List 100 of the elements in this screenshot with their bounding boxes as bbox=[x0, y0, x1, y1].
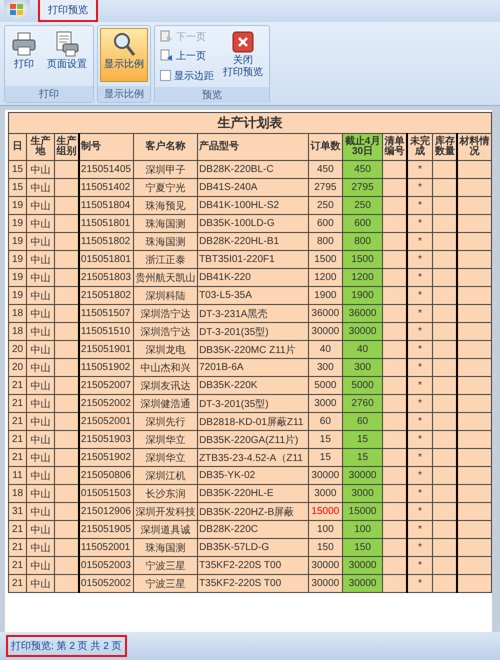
ribbon-button[interactable]: 打印 bbox=[7, 28, 41, 82]
customer-cell: 珠海预见 bbox=[133, 196, 198, 214]
model-cell: 7201B-6A bbox=[198, 358, 308, 376]
cutoff-cell: 36000 bbox=[342, 304, 383, 322]
model-cell: DB35K-220HZ-B屏蔽 bbox=[198, 502, 308, 520]
page-setup-icon bbox=[54, 31, 80, 57]
cutoff-cell: 250 bbox=[342, 196, 383, 214]
code-cell: 115051507 bbox=[78, 304, 134, 322]
material-cell bbox=[457, 250, 492, 268]
model-cell: DB2818-KD-01屏蔽Z11 bbox=[198, 412, 308, 430]
pending-cell: * bbox=[406, 502, 433, 520]
order-cell: 600 bbox=[308, 214, 342, 232]
model-cell: DB41K-100HL-S2 bbox=[198, 196, 308, 214]
place-cell: 中山 bbox=[26, 286, 55, 304]
order-cell: 15000 bbox=[308, 502, 342, 520]
logo-icon bbox=[10, 4, 24, 16]
ribbon-tab[interactable]: 打印预览 bbox=[38, 0, 98, 22]
code-cell: 215051905 bbox=[78, 520, 134, 538]
day-cell: 21 bbox=[8, 538, 27, 556]
code-cell: 215051803 bbox=[78, 268, 134, 286]
model-cell: DB35K-57LD-G bbox=[198, 538, 308, 556]
group-label: 预览 bbox=[155, 87, 269, 103]
printer-icon bbox=[11, 31, 37, 57]
customer-cell: 珠海国测 bbox=[133, 214, 198, 232]
day-cell: 31 bbox=[8, 502, 27, 520]
customer-cell: 浙江正泰 bbox=[133, 250, 198, 268]
cutoff-cell: 3000 bbox=[342, 484, 383, 502]
cutoff-cell: 2760 bbox=[342, 394, 383, 412]
material-cell bbox=[457, 484, 492, 502]
checkbox[interactable] bbox=[160, 70, 171, 81]
customer-cell: 深圳浩宁达 bbox=[133, 304, 198, 322]
column-header: 库存数量 bbox=[432, 134, 458, 160]
pending-cell: * bbox=[406, 376, 433, 394]
material-cell bbox=[457, 196, 492, 214]
cutoff-cell: 450 bbox=[342, 160, 383, 178]
cutoff-cell: 1500 bbox=[342, 250, 383, 268]
model-cell: DB35K-220MC Z11片 bbox=[198, 340, 308, 358]
model-cell: DB28K-220BL-C bbox=[198, 160, 308, 178]
group-label: 打印 bbox=[5, 86, 93, 102]
code-cell: 015052003 bbox=[78, 556, 134, 574]
cutoff-cell: 300 bbox=[342, 358, 383, 376]
pending-cell: * bbox=[406, 358, 433, 376]
material-cell bbox=[457, 430, 492, 448]
cutoff-cell: 15 bbox=[342, 448, 383, 466]
place-cell: 中山 bbox=[26, 538, 55, 556]
model-cell: DB35K-100LD-G bbox=[198, 214, 308, 232]
material-cell bbox=[457, 232, 492, 250]
material-cell bbox=[457, 394, 492, 412]
customer-cell: 深圳华立 bbox=[133, 448, 198, 466]
pending-cell: * bbox=[406, 178, 433, 196]
cutoff-cell: 2795 bbox=[342, 178, 383, 196]
cutoff-cell: 15000 bbox=[342, 502, 383, 520]
code-cell: 115051802 bbox=[78, 232, 134, 250]
material-cell bbox=[457, 538, 492, 556]
order-cell: 15 bbox=[308, 448, 342, 466]
day-cell: 18 bbox=[8, 484, 27, 502]
close-icon bbox=[232, 31, 254, 53]
model-cell: T35KF2-220S T00 bbox=[198, 574, 308, 592]
office-button[interactable] bbox=[4, 0, 30, 20]
customer-cell: 深圳浩宁达 bbox=[133, 322, 198, 340]
ribbon-button[interactable]: 关闭 打印预览 bbox=[219, 28, 267, 82]
place-cell: 中山 bbox=[26, 448, 55, 466]
model-cell: DT-3-231A黑壳 bbox=[198, 304, 308, 322]
ribbon-button[interactable]: 显示比例 bbox=[100, 28, 148, 82]
place-cell: 中山 bbox=[26, 466, 55, 484]
material-cell bbox=[457, 340, 492, 358]
order-cell: 5000 bbox=[308, 376, 342, 394]
customer-cell: 深圳科陆 bbox=[133, 286, 198, 304]
customer-cell: 中山杰和兴 bbox=[133, 358, 198, 376]
checkbox-option[interactable]: 显示边距 bbox=[157, 66, 217, 85]
customer-cell: 贵州航天凯山 bbox=[133, 268, 198, 286]
place-cell: 中山 bbox=[26, 304, 55, 322]
pending-cell: * bbox=[406, 250, 433, 268]
column-header: 未完成 bbox=[406, 134, 433, 160]
model-cell: DB28K-220HL-B1 bbox=[198, 232, 308, 250]
checkbox-label: 显示边距 bbox=[174, 70, 214, 82]
day-cell: 20 bbox=[8, 340, 27, 358]
code-cell: 115051804 bbox=[78, 196, 134, 214]
material-cell bbox=[457, 304, 492, 322]
day-cell: 18 bbox=[8, 304, 27, 322]
material-cell bbox=[457, 520, 492, 538]
code-cell: 215052007 bbox=[78, 376, 134, 394]
pending-cell: * bbox=[406, 232, 433, 250]
pending-cell: * bbox=[406, 466, 433, 484]
ribbon-button[interactable]: 页面设置 bbox=[43, 28, 91, 82]
order-cell: 1200 bbox=[308, 268, 342, 286]
place-cell: 中山 bbox=[26, 520, 55, 538]
cutoff-cell: 150 bbox=[342, 538, 383, 556]
ribbon-button[interactable]: 上一页 bbox=[157, 47, 209, 64]
order-cell: 800 bbox=[308, 232, 342, 250]
order-cell: 15 bbox=[308, 430, 342, 448]
day-cell: 21 bbox=[8, 394, 27, 412]
day-cell: 19 bbox=[8, 214, 27, 232]
day-cell: 21 bbox=[8, 556, 27, 574]
material-cell bbox=[457, 286, 492, 304]
material-cell bbox=[457, 574, 492, 592]
column-header: 清单编号 bbox=[382, 134, 407, 160]
material-cell bbox=[457, 214, 492, 232]
place-cell: 中山 bbox=[26, 178, 55, 196]
customer-cell: 深圳先行 bbox=[133, 412, 198, 430]
